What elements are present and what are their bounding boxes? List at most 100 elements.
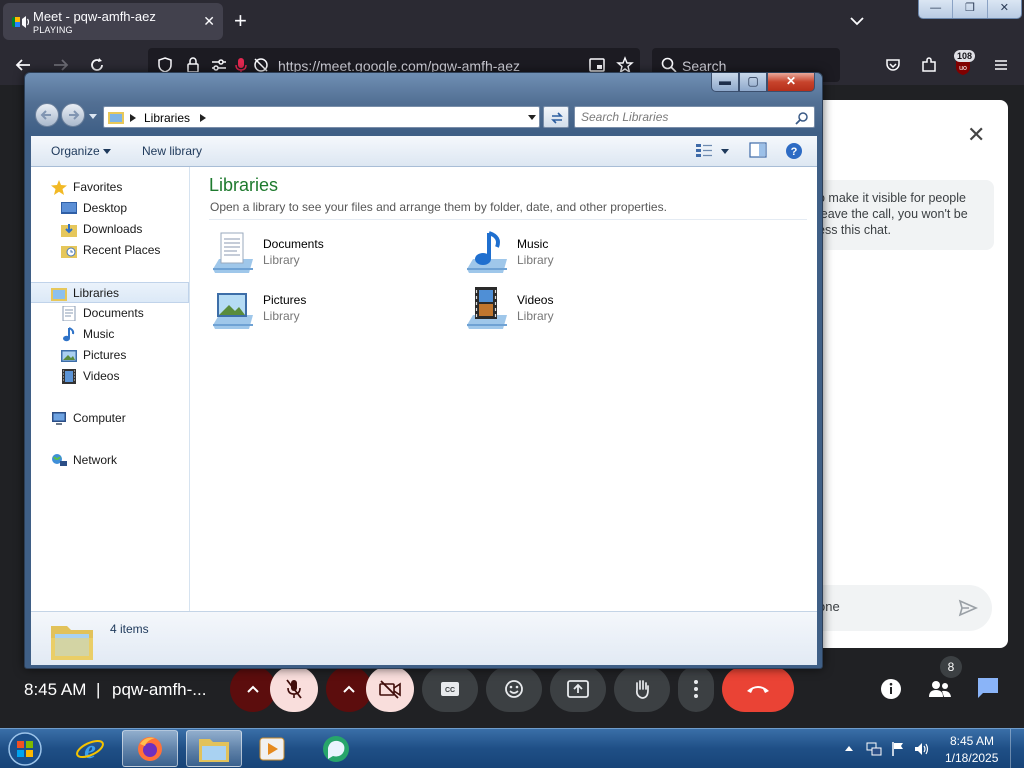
action-center-flag-icon[interactable]: [890, 741, 906, 757]
meeting-time: 8:45 AM: [24, 680, 87, 699]
preview-pane-icon[interactable]: [749, 142, 767, 158]
sidebar-item-favorites[interactable]: Favorites: [31, 177, 189, 198]
show-hidden-icons-icon[interactable]: [845, 744, 853, 752]
explorer-window: ▬ ▢ ✕ Libraries Organize New libra: [24, 72, 823, 669]
change-view-icon[interactable]: [695, 142, 713, 158]
view-options-dropdown-icon[interactable]: [721, 149, 729, 154]
browser-minimize-button[interactable]: —: [919, 0, 954, 18]
people-icon[interactable]: [928, 678, 952, 700]
address-dropdown-icon[interactable]: [528, 115, 536, 121]
send-icon[interactable]: [958, 598, 978, 618]
sidebar-item-desktop[interactable]: Desktop: [31, 198, 189, 219]
new-library-button[interactable]: New library: [142, 144, 202, 158]
extensions-puzzle-icon[interactable]: [920, 56, 938, 74]
chevron-down-icon[interactable]: [848, 12, 866, 30]
library-pictures[interactable]: Pictures Library: [209, 285, 429, 335]
taskbar-clock-time[interactable]: 8:45 AM: [950, 734, 994, 748]
taskbar-windows-explorer[interactable]: [186, 730, 242, 767]
start-orb-icon[interactable]: [5, 731, 45, 767]
sidebar-item-label: Downloads: [83, 222, 143, 236]
library-videos[interactable]: Videos Library: [463, 285, 683, 335]
recent-pages-dropdown-icon[interactable]: [89, 114, 97, 120]
recent-places-icon: [61, 246, 77, 258]
sidebar-item-documents[interactable]: Documents: [31, 303, 189, 324]
tab-close-button[interactable]: ✕: [203, 13, 215, 30]
captions-button[interactable]: CC: [422, 666, 478, 712]
help-icon[interactable]: ?: [785, 142, 803, 160]
meeting-code: pqw-amfh-...: [112, 680, 207, 699]
sidebar-item-downloads[interactable]: Downloads: [31, 219, 189, 240]
desktop-icon: [61, 202, 77, 214]
taskbar-firefox[interactable]: [122, 730, 178, 767]
meeting-info-icon[interactable]: [880, 678, 902, 700]
sidebar-item-label: Network: [73, 453, 118, 467]
show-desktop-button[interactable]: [1010, 729, 1024, 768]
libraries-folder-icon: [51, 626, 93, 660]
music-note-icon: [63, 327, 75, 342]
explorer-search-box[interactable]: [574, 106, 815, 128]
taskbar-media-player[interactable]: [244, 730, 300, 767]
more-options-button[interactable]: [678, 666, 714, 712]
new-tab-button[interactable]: +: [234, 8, 247, 34]
explorer-forward-button[interactable]: [61, 103, 85, 127]
library-documents[interactable]: Documents Library: [209, 229, 429, 279]
taskbar-clock-date[interactable]: 1/18/2025: [945, 751, 998, 765]
pocket-icon[interactable]: [884, 56, 902, 74]
chevron-up-icon: [343, 685, 355, 693]
library-name: Videos: [517, 293, 554, 307]
explorer-search-input[interactable]: [581, 110, 791, 124]
sidebar-item-videos[interactable]: Videos: [31, 366, 189, 387]
star-icon: [51, 180, 67, 195]
explorer-maximize-button[interactable]: ▢: [739, 73, 767, 92]
emoji-smile-icon: [505, 680, 523, 698]
library-type: Library: [263, 309, 300, 323]
explorer-address-bar[interactable]: Libraries: [103, 106, 540, 128]
taskbar-chat-app[interactable]: [308, 730, 364, 767]
sidebar-item-pictures[interactable]: Pictures: [31, 345, 189, 366]
tab-title: Meet - pqw-amfh-aez: [33, 9, 156, 24]
network-tray-icon[interactable]: [866, 741, 882, 757]
browser-tab-meet[interactable]: Meet - pqw-amfh-aez PLAYING ✕: [3, 3, 223, 40]
explorer-minimize-button[interactable]: ▬: [711, 73, 739, 92]
breadcrumb-libraries[interactable]: Libraries: [144, 111, 190, 125]
browser-close-button[interactable]: ✕: [988, 0, 1021, 18]
sidebar-item-libraries[interactable]: Libraries: [31, 282, 189, 303]
sidebar-item-music[interactable]: Music: [31, 324, 189, 345]
raise-hand-button[interactable]: [614, 666, 670, 712]
chat-info-message: o make it visible for people leave the c…: [812, 180, 994, 250]
back-arrow-icon: [40, 110, 51, 120]
reactions-button[interactable]: [486, 666, 542, 712]
present-screen-button[interactable]: [550, 666, 606, 712]
sidebar-item-network[interactable]: Network: [31, 450, 189, 471]
explorer-refresh-button[interactable]: [543, 106, 569, 128]
leave-call-button[interactable]: [722, 666, 794, 712]
chat-message-input[interactable]: one: [812, 585, 992, 631]
chat-app-icon: [323, 735, 349, 762]
camera-toggle-button[interactable]: [366, 666, 414, 712]
sidebar-item-recent-places[interactable]: Recent Places: [31, 240, 189, 261]
library-name: Documents: [263, 237, 324, 251]
meeting-separator: |: [96, 680, 101, 699]
organize-button[interactable]: Organize: [51, 144, 100, 158]
item-count: 4 items: [110, 622, 149, 636]
search-icon[interactable]: [795, 111, 809, 125]
breadcrumb-chevron-icon[interactable]: [200, 114, 206, 122]
breadcrumb-chevron-icon[interactable]: [130, 114, 136, 122]
sidebar-item-label: Documents: [83, 306, 144, 320]
tab-playing-status: PLAYING: [33, 25, 73, 35]
chat-close-button[interactable]: ✕: [967, 122, 985, 148]
browser-maximize-button[interactable]: ❐: [953, 0, 988, 18]
hamburger-menu-icon[interactable]: [992, 56, 1010, 74]
end-call-icon: [747, 686, 769, 693]
libraries-heading: Libraries: [209, 175, 279, 195]
library-music[interactable]: Music Library: [463, 229, 683, 279]
volume-icon[interactable]: [914, 741, 930, 757]
explorer-close-button[interactable]: ✕: [767, 73, 815, 92]
sidebar-item-label: Desktop: [83, 201, 128, 215]
explorer-back-button[interactable]: [35, 103, 59, 127]
chat-bubble-icon[interactable]: [976, 676, 1000, 700]
microphone-toggle-button[interactable]: [270, 666, 318, 712]
sidebar-item-computer[interactable]: Computer: [31, 408, 189, 429]
library-type: Library: [517, 253, 554, 267]
taskbar-internet-explorer[interactable]: e: [62, 730, 118, 767]
